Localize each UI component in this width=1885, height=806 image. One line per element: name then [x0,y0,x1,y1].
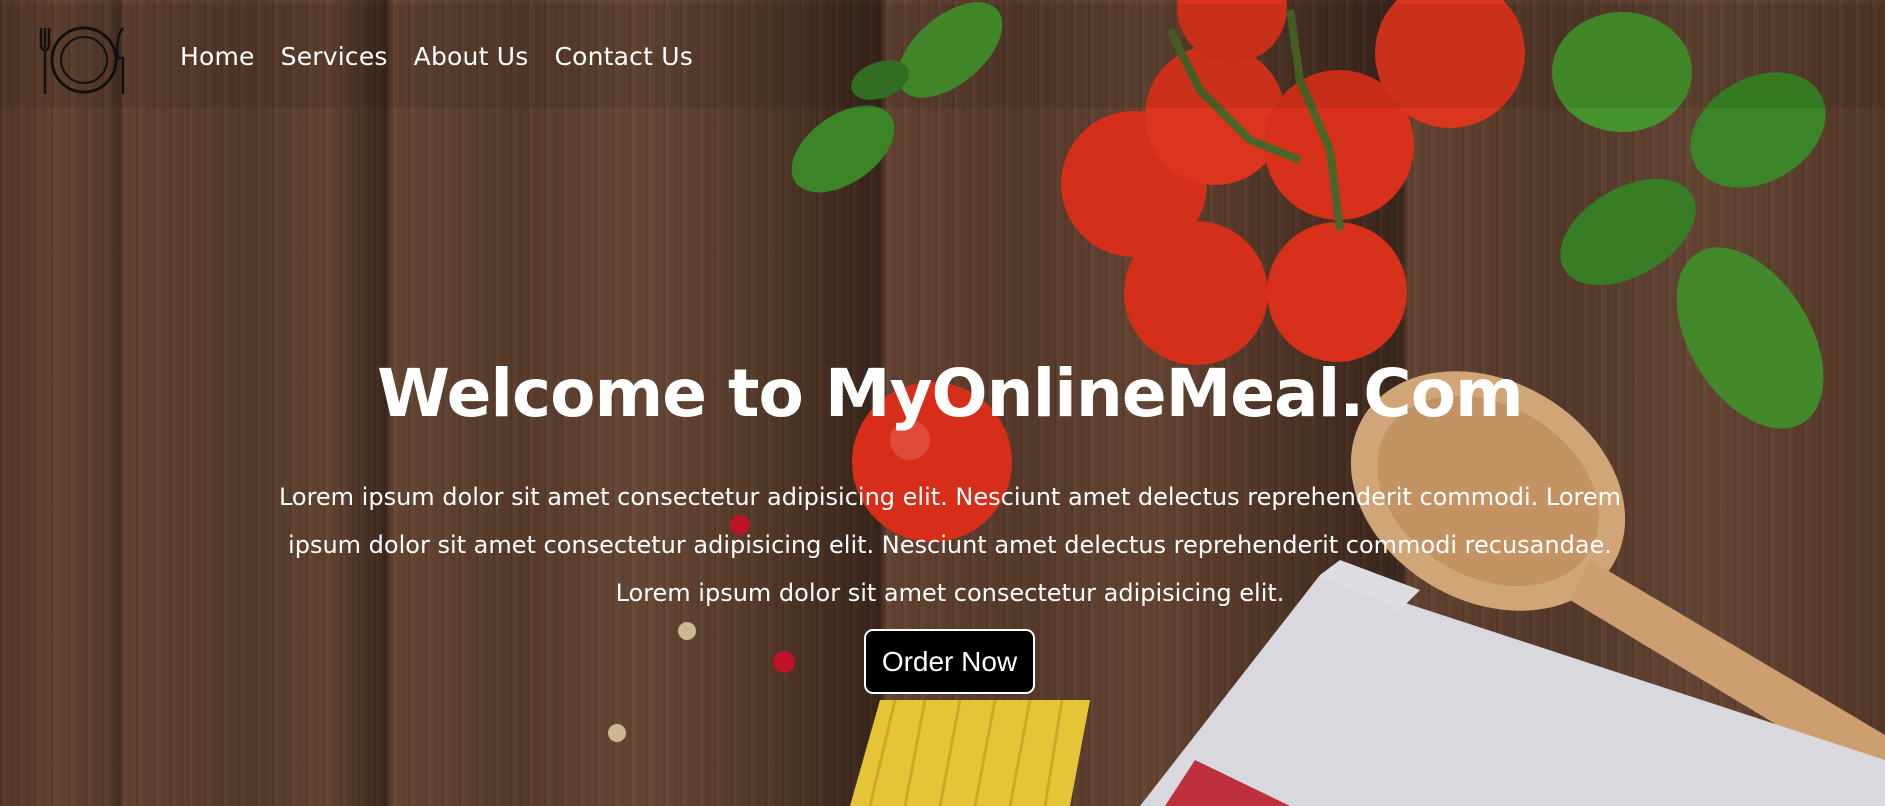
hero-title: Welcome to MyOnlineMeal.Com [377,355,1524,432]
main-nav: Home Services About Us Contact Us [180,42,693,71]
plate-fork-knife-icon[interactable] [38,18,130,102]
nav-link-services[interactable]: Services [281,42,388,71]
order-now-button[interactable]: Order Now [864,629,1035,694]
nav-link-about-us[interactable]: About Us [414,42,529,71]
hero-description: Lorem ipsum dolor sit amet consectetur a… [278,483,1622,607]
nav-link-contact-us[interactable]: Contact Us [554,42,693,71]
hero-section: Home Services About Us Contact Us Welcom… [0,0,1885,806]
navbar: Home Services About Us Contact Us [0,4,1885,108]
nav-link-home[interactable]: Home [180,42,255,71]
